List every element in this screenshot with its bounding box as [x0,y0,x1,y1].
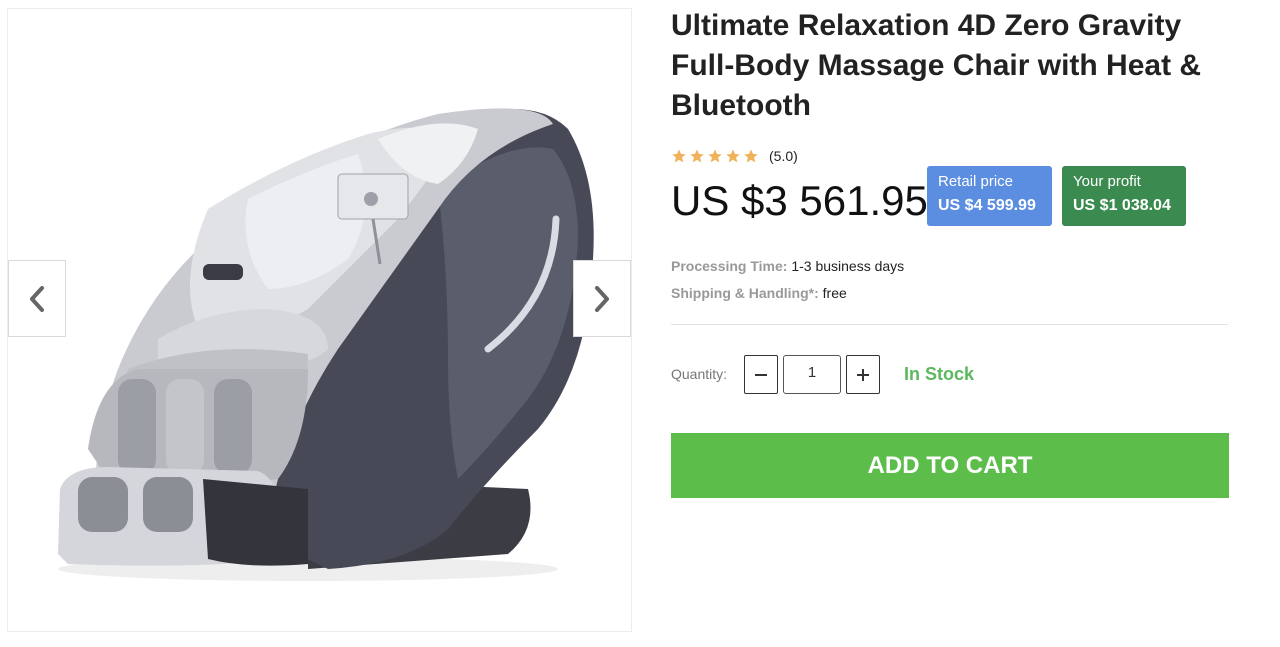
product-rating[interactable]: (5.0) [671,146,798,166]
star-icon [726,149,740,163]
star-icon [744,149,758,163]
star-icon [672,149,686,163]
processing-time-label: Processing Time: [671,258,788,274]
quantity-input[interactable] [783,355,841,394]
profit-value: US $1 038.04 [1073,197,1171,214]
profit-badge: Your profit US $1 038.04 [1062,166,1186,226]
chevron-left-icon [30,285,44,312]
massage-chair-image [58,108,594,581]
plus-icon [857,368,869,381]
quantity-label: Quantity: [671,366,728,382]
star-icon [690,149,704,163]
product-gallery [7,8,632,632]
product-title: Ultimate Relaxation 4D Zero Gravity Full… [671,9,1202,122]
shipping-value: free [822,285,847,301]
gallery-prev-button[interactable] [8,260,66,337]
shipping-handling: Shipping & Handling*: free [671,284,847,302]
star-icon [708,149,722,163]
rating-stars [671,148,759,164]
chevron-right-icon [595,285,609,312]
quantity-increase-button[interactable] [846,355,880,394]
minus-icon [755,373,767,376]
retail-price-badge: Retail price US $4 599.99 [927,166,1052,226]
add-to-cart-button[interactable]: ADD TO CART [671,433,1229,498]
shipping-label: Shipping & Handling*: [671,285,819,301]
retail-price-label: Retail price [938,173,1014,190]
quantity-decrease-button[interactable] [744,355,778,394]
retail-price-value: US $4 599.99 [938,197,1036,214]
rating-score: (5.0) [769,148,798,164]
stock-status: In Stock [904,364,975,384]
profit-label: Your profit [1073,173,1141,190]
processing-time: Processing Time: 1-3 business days [671,257,904,275]
gallery-next-button[interactable] [573,260,631,337]
product-price: US $3 561.95 [671,177,928,224]
processing-time-value: 1-3 business days [791,258,905,274]
divider [671,324,1228,325]
